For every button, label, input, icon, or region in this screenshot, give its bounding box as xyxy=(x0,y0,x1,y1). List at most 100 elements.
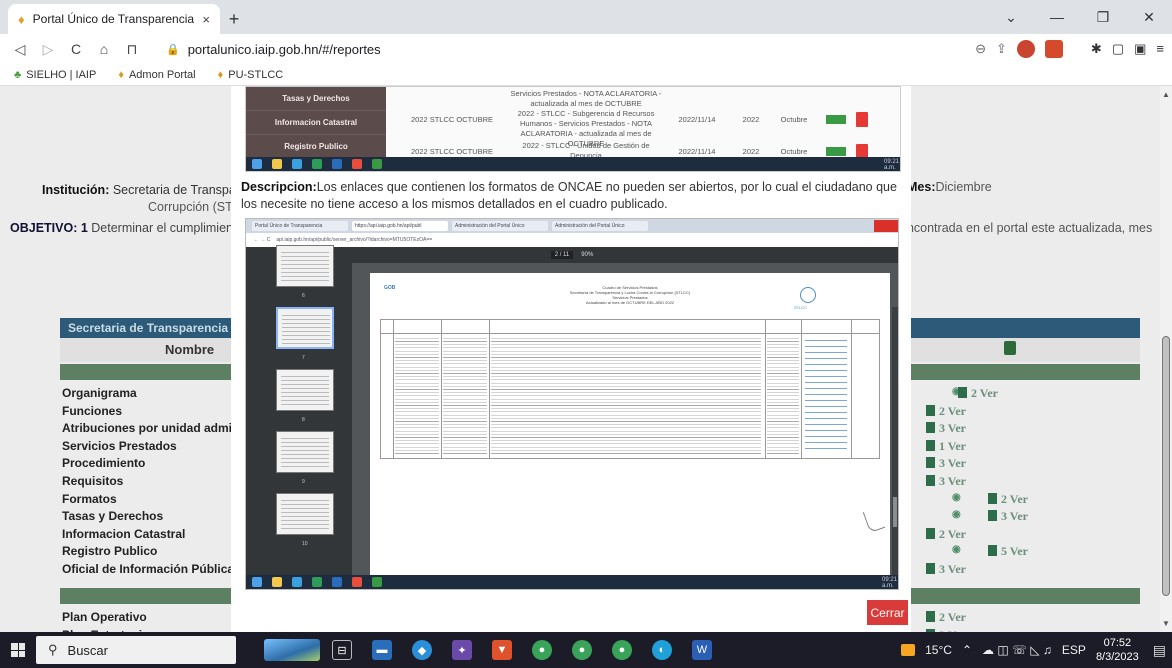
row-label: Atribuciones por unidad admini xyxy=(62,421,243,436)
restore-button[interactable]: ❐ xyxy=(1080,0,1126,34)
ver-link[interactable]: 2 Ver xyxy=(988,492,1028,507)
scroll-down-icon[interactable]: ▼ xyxy=(1162,619,1170,628)
temperature[interactable]: 15°C xyxy=(925,643,952,657)
nombre-column-header: Nombre xyxy=(165,342,215,357)
document-icon xyxy=(988,545,997,557)
taskbar-apps: ⊟ ▬ ◆ ✦ ▼ ● ● ● ◐ W xyxy=(332,640,712,660)
page-scrollbar[interactable]: ▲ ▼ xyxy=(1160,86,1172,632)
clock[interactable]: 07:52 8/3/2023 xyxy=(1096,636,1139,664)
row-label: Registro Publico xyxy=(62,544,158,559)
ver-link[interactable]: 3 Ver xyxy=(926,474,966,489)
wallet-icon[interactable]: ▣ xyxy=(1134,41,1146,57)
notification-icon[interactable]: ▤ xyxy=(1153,642,1166,659)
excel-badge-icon xyxy=(826,115,846,124)
ver-link[interactable]: 2 Ver xyxy=(926,404,966,419)
chrome-icon xyxy=(352,159,362,169)
row-label: Tasas y Derechos xyxy=(62,509,164,524)
weather-icon[interactable] xyxy=(901,644,916,656)
document-seal-caption: STLCC xyxy=(794,305,808,310)
store-icon[interactable]: ◆ xyxy=(412,640,432,660)
ver-link[interactable]: 2 Ver xyxy=(958,386,998,401)
tray-icons[interactable]: ☁ ◫ ☏ ◺ ♫ xyxy=(982,643,1052,657)
chrome-profile-icon[interactable]: ● xyxy=(572,640,592,660)
task-view-icon[interactable]: ⊟ xyxy=(332,640,352,660)
excel-badge-icon xyxy=(826,147,846,156)
home-button[interactable]: ⌂ xyxy=(92,37,116,61)
favicon-icon: ♦ xyxy=(18,11,25,27)
taskbar-search[interactable]: ⚲ Buscar xyxy=(36,636,236,664)
ver-link[interactable]: 2 Ver xyxy=(926,610,966,625)
folder-icon xyxy=(272,159,282,169)
sidebar-icon[interactable]: ▢ xyxy=(1112,41,1124,57)
ver-link[interactable]: 3 Ver xyxy=(926,562,966,577)
address-bar[interactable]: 🔒 portalunico.iaip.gob.hn/#/reportes ⊖ ⇪ xyxy=(156,36,1073,62)
document-icon xyxy=(926,422,935,434)
word-icon[interactable]: W xyxy=(692,640,712,660)
signature-mark xyxy=(862,506,886,534)
bookmark-admon-portal[interactable]: ♦ Admon Portal xyxy=(118,69,195,81)
outlook-icon xyxy=(332,577,342,587)
brave-icon[interactable]: ▼ xyxy=(492,640,512,660)
ver-link[interactable]: 2 Ver xyxy=(926,527,966,542)
excel-icon[interactable] xyxy=(1004,341,1016,355)
document-icon xyxy=(988,492,997,504)
bookmark-pu-stlcc[interactable]: ♦ PU-STLCC xyxy=(218,69,284,81)
close-window-button[interactable]: ✕ xyxy=(1126,0,1172,34)
forward-button[interactable]: ▷ xyxy=(36,37,60,61)
row-label: Requisitos xyxy=(62,473,124,488)
pdf-viewer-body: 6 7 8 9 10 GOB Cuadro de Servicios Prest… xyxy=(246,245,898,589)
extension-icon[interactable] xyxy=(1016,40,1035,58)
tab-title: Portal Único de Transparencia xyxy=(32,12,195,26)
ver-link[interactable]: 5 Ver xyxy=(988,544,1028,559)
cerrar-button[interactable]: Cerrar xyxy=(867,600,908,625)
scroll-up-icon[interactable]: ▲ xyxy=(1162,90,1170,99)
reload-button[interactable]: C xyxy=(64,37,88,61)
tray-overflow-icon[interactable]: ⌃ xyxy=(962,643,972,657)
widgets-icon[interactable] xyxy=(264,639,320,661)
back-button[interactable]: ◁ xyxy=(8,37,32,61)
eye-icon[interactable]: ◉ xyxy=(952,509,961,520)
excel-icon xyxy=(312,159,322,169)
minimize-button[interactable]: — xyxy=(1034,0,1080,34)
pdf-thumbnail xyxy=(276,493,334,535)
evidence-screenshot-2: Portal Único de Transparencia https://ap… xyxy=(245,218,899,590)
edge-icon[interactable]: ◐ xyxy=(652,640,672,660)
description: Descripcion:Los enlaces que contienen lo… xyxy=(241,180,897,211)
file-explorer-icon[interactable]: ▬ xyxy=(372,640,392,660)
chrome-profile-2-icon[interactable]: ● xyxy=(612,640,632,660)
photos-icon[interactable]: ✦ xyxy=(452,640,472,660)
tab-search-icon[interactable]: ⌄ xyxy=(988,0,1034,34)
menu-icon[interactable]: ≡ xyxy=(1156,41,1164,57)
extension-icon-2[interactable] xyxy=(1044,40,1063,58)
scrollbar-thumb[interactable] xyxy=(1162,336,1170,596)
bookmark-sielho[interactable]: ♣ SIELHO | IAIP xyxy=(14,69,96,81)
language-indicator[interactable]: ESP xyxy=(1062,643,1086,657)
bookmark-favicon-icon: ♦ xyxy=(217,68,224,81)
chrome-icon[interactable]: ● xyxy=(532,640,552,660)
extensions-icon[interactable]: ✱ xyxy=(1091,41,1102,57)
bookmark-icon[interactable]: ⊓ xyxy=(120,37,144,61)
document-icon xyxy=(926,474,935,486)
tab-close-icon[interactable]: × xyxy=(202,12,210,27)
eye-icon[interactable]: ◉ xyxy=(952,544,961,555)
document-icon xyxy=(926,404,935,416)
mes-line: Mes:Diciembre xyxy=(907,180,992,194)
screenshot-close-icon xyxy=(874,220,898,232)
row-label: Servicios Prestados xyxy=(62,438,177,453)
eye-icon[interactable]: ◉ xyxy=(952,492,961,503)
institucion-line: Institución: Secretaria de Transpa xyxy=(42,183,236,197)
ver-link[interactable]: 1 Ver xyxy=(926,439,966,454)
new-tab-button[interactable]: + xyxy=(220,4,248,34)
browser-tab[interactable]: ♦ Portal Único de Transparencia × xyxy=(8,4,220,34)
app-icon xyxy=(372,577,382,587)
start-button[interactable] xyxy=(0,632,36,668)
lock-icon: 🔒 xyxy=(166,43,180,56)
row-label: Formatos xyxy=(62,491,117,506)
ver-link[interactable]: 3 Ver xyxy=(926,421,966,436)
ver-link[interactable]: 3 Ver xyxy=(988,509,1028,524)
ver-link[interactable]: 3 Ver xyxy=(926,456,966,471)
document-icon xyxy=(926,527,935,539)
zoom-icon[interactable]: ⊖ xyxy=(975,41,986,57)
share-icon[interactable]: ⇪ xyxy=(996,41,1007,57)
document-icon xyxy=(926,439,935,451)
